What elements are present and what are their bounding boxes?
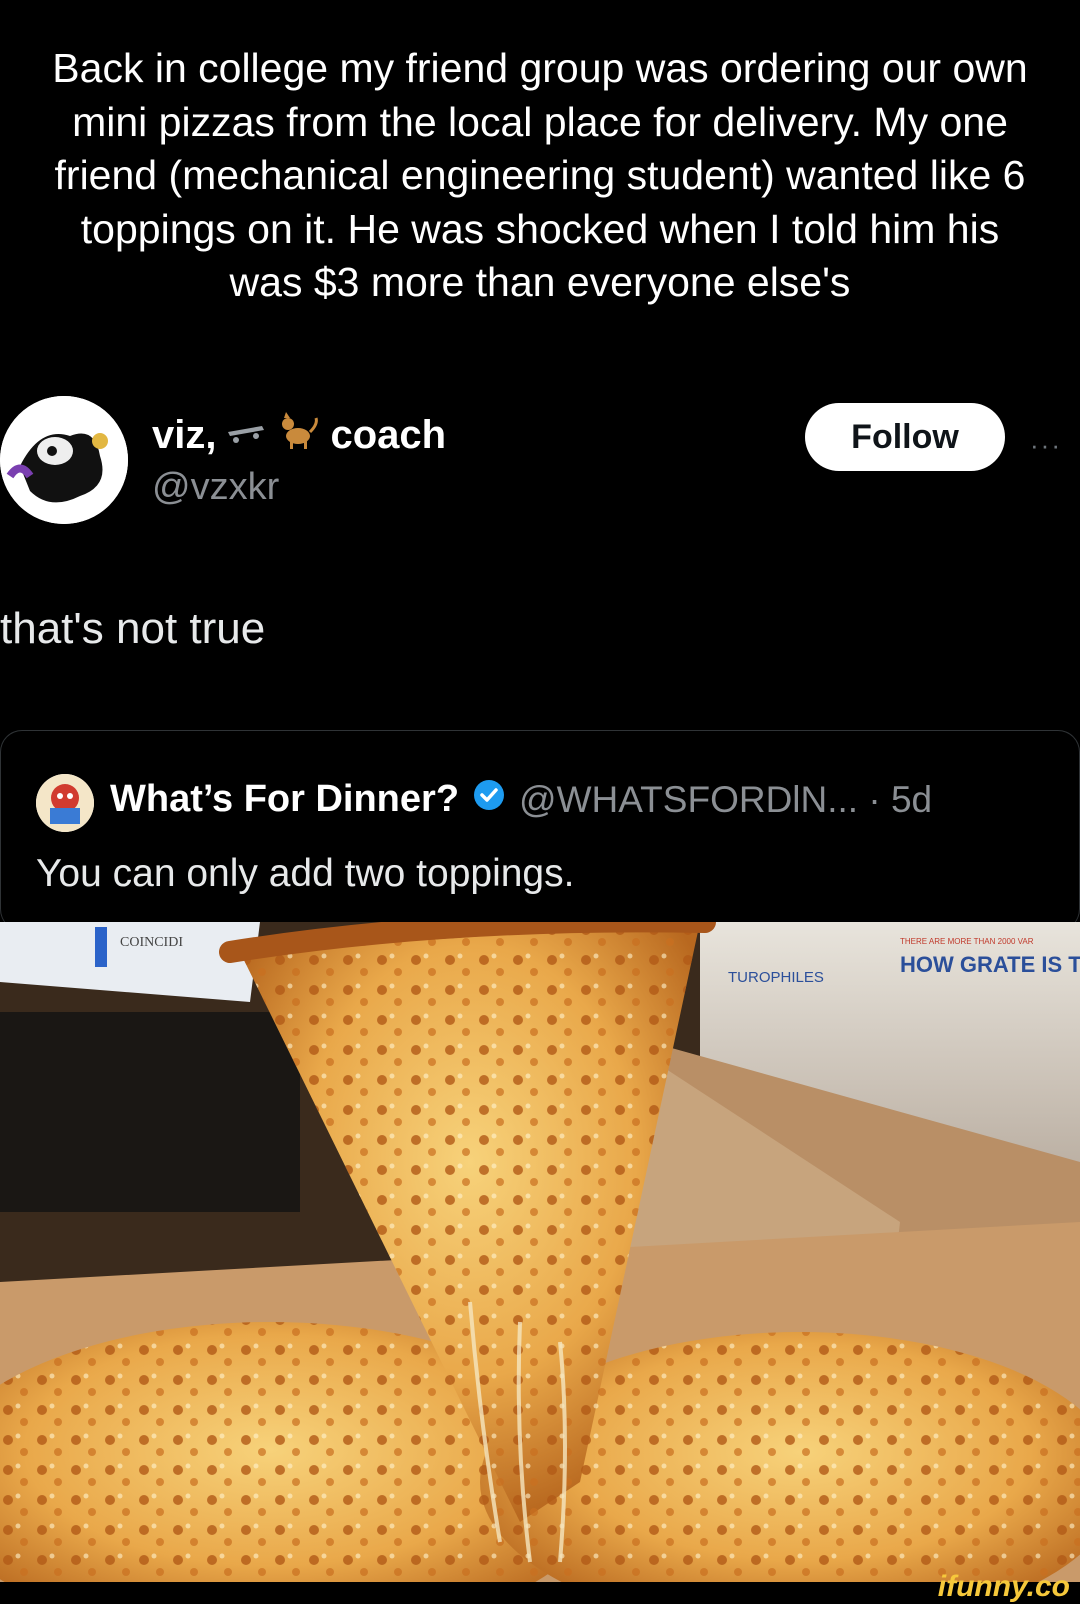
quoted-tweet-text: You can only add two toppings. <box>36 852 575 895</box>
skateboard-icon <box>226 413 266 458</box>
right-box-small: THERE ARE MORE THAN 2000 VAR <box>900 937 1034 946</box>
dog-icon <box>276 410 320 460</box>
user-handle[interactable]: @vzxkr <box>152 466 279 509</box>
display-name-suffix: coach <box>330 412 447 457</box>
display-name-prefix: viz, <box>152 412 217 457</box>
pizza-photo[interactable]: COINCIDI TUROPHILES THERE ARE MORE THAN … <box>0 922 1080 1582</box>
ifunny-watermark: ifunny.co <box>937 1570 1070 1603</box>
left-box-text: COINCIDI <box>120 935 183 950</box>
tweet-text: that's not true <box>0 604 266 653</box>
quoted-display-name: What’s For Dinner? <box>110 778 460 820</box>
user-avatar[interactable] <box>0 396 128 524</box>
watermark-bar <box>0 1582 1080 1602</box>
right-box-slogan: HOW GRATE IS TH <box>900 952 1080 977</box>
follow-button[interactable]: Follow <box>805 403 1005 471</box>
more-icon[interactable]: ··· <box>1030 430 1062 461</box>
right-box-brand: TUROPHILES <box>728 969 824 986</box>
quoted-name-row[interactable]: What’s For Dinner? @WHATSFORDlN... · 5d <box>110 778 932 821</box>
quoted-avatar[interactable] <box>36 774 94 832</box>
caption-text: Back in college my friend group was orde… <box>52 45 1028 305</box>
display-name[interactable]: viz, coach <box>152 410 446 460</box>
verified-badge-icon <box>473 778 505 821</box>
quoted-handle-time: @WHATSFORDlN... · 5d <box>519 778 933 820</box>
quoted-tweet[interactable] <box>0 730 1080 931</box>
